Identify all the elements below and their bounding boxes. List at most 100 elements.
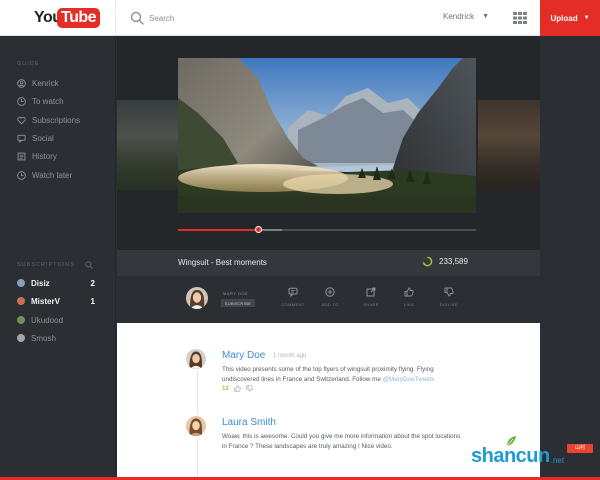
- video-progress-bar[interactable]: [178, 226, 476, 233]
- history-icon: [17, 152, 26, 160]
- view-count-value: 233,589: [439, 257, 468, 266]
- sidebar: GUIDE Kenrick To watch Subscriptions Soc…: [0, 36, 116, 480]
- view-count: 233,589: [422, 256, 468, 267]
- subscription-label: Disiz: [31, 278, 50, 288]
- video-player[interactable]: [178, 58, 476, 213]
- add-to-button[interactable]: ADD TO: [313, 287, 347, 311]
- upload-label: Upload: [550, 13, 578, 23]
- channel-avatar: [17, 297, 25, 305]
- channel-name: MARY DOE: [223, 291, 249, 296]
- sidebar-item-label: History: [32, 151, 57, 161]
- video-title-bar: Wingsuit - Best moments 233,589: [117, 250, 540, 276]
- leaf-icon: [506, 436, 516, 447]
- chevron-down-icon: ▼: [583, 15, 590, 21]
- thumbs-down-icon[interactable]: [246, 385, 253, 392]
- thumbs-up-icon: [404, 287, 414, 297]
- action-label: COMMENT: [281, 302, 305, 307]
- sidebar-item-to-watch[interactable]: To watch: [17, 94, 109, 108]
- comment-votes: 12: [222, 385, 253, 392]
- avatar-portrait: [186, 287, 208, 309]
- subscription-label: MisterV: [31, 296, 60, 306]
- action-label: DISLIKE: [439, 302, 459, 307]
- top-bar: You Tube Kendrick ▼ Upload ▼: [0, 0, 600, 36]
- progress-scrubber-handle[interactable]: [255, 226, 263, 233]
- watermark-tld: .net: [550, 456, 565, 465]
- subscriptions-heading: SUBSCRIPTIONS: [17, 262, 75, 268]
- heart-icon: [17, 116, 26, 124]
- logo-text-tube: Tube: [57, 8, 101, 28]
- clock-icon: [17, 96, 26, 106]
- comment-text: Woaw, this is awesome. Could you give me…: [222, 432, 466, 451]
- comment-author[interactable]: Mary Doe: [222, 350, 265, 361]
- right-column: [540, 36, 600, 480]
- watermark-badge: 山村: [567, 444, 593, 453]
- user-handle-link[interactable]: @MaryDoeTweets: [383, 376, 435, 383]
- sidebar-item-history[interactable]: History: [17, 149, 109, 163]
- sidebar-item-subscriptions[interactable]: Subscriptions: [17, 113, 109, 127]
- sidebar-item-label: To watch: [32, 96, 64, 106]
- sidebar-item-label: Watch later: [32, 170, 73, 180]
- previous-video-thumbnail[interactable]: [117, 100, 179, 190]
- comment: Laura Smith Woaw, this is awesome. Could…: [184, 414, 484, 454]
- subscribe-button[interactable]: SUBSCRIBE: [221, 299, 255, 307]
- watermark-word: shancun: [471, 445, 550, 467]
- comment-button[interactable]: COMMENT: [276, 287, 310, 311]
- thumbs-down-icon: [444, 287, 454, 297]
- progress-played: [178, 229, 259, 231]
- video-stage: [117, 36, 540, 250]
- action-label: LIKE: [403, 302, 415, 307]
- avatar-portrait: [186, 349, 206, 369]
- comment-icon: [288, 287, 298, 297]
- subscription-item-disiz[interactable]: Disiz 2: [17, 276, 95, 290]
- guide-heading: GUIDE: [17, 61, 40, 67]
- search-icon[interactable]: [130, 11, 144, 25]
- video-actions-bar: MARY DOE SUBSCRIBE COMMENT ADD TO SHARE …: [117, 276, 540, 323]
- next-video-thumbnail[interactable]: [478, 100, 540, 190]
- like-button[interactable]: LIKE: [392, 287, 426, 311]
- channel-avatar: [17, 316, 25, 324]
- user-menu[interactable]: Kendrick ▼: [443, 12, 489, 21]
- subscription-item-misterv[interactable]: MisterV 1: [17, 294, 95, 308]
- channel-avatar: [17, 279, 25, 287]
- comment-icon: [17, 134, 26, 143]
- search-input[interactable]: [149, 10, 409, 26]
- sidebar-item-kenrick[interactable]: Kenrick: [17, 76, 109, 90]
- thumbs-up-icon[interactable]: [234, 385, 241, 392]
- avatar[interactable]: [184, 347, 208, 371]
- username-label: Kendrick: [443, 12, 475, 21]
- watermark-logo: shancun .net 山村: [471, 436, 593, 467]
- search-icon[interactable]: [85, 261, 93, 269]
- avatar-portrait: [186, 416, 206, 436]
- subscription-item-smosh[interactable]: Smosh: [17, 331, 95, 345]
- youtube-logo[interactable]: You Tube: [0, 0, 116, 36]
- comment-text: This video presents some of the top flye…: [222, 365, 466, 384]
- upload-button[interactable]: Upload ▼: [540, 0, 600, 36]
- share-button[interactable]: SHARE: [354, 287, 388, 311]
- sidebar-item-label: Social: [32, 133, 54, 143]
- unread-count-badge: 2: [90, 278, 95, 288]
- clock-icon: [17, 170, 26, 180]
- avatar[interactable]: [184, 414, 208, 438]
- comment-body: Woaw, this is awesome. Could you give me…: [222, 433, 461, 450]
- comment-score: 12: [222, 385, 229, 392]
- subscription-label: Ukudood: [31, 315, 64, 325]
- video-frame-landscape: [178, 58, 476, 213]
- action-label: ADD TO: [321, 302, 339, 307]
- unread-count-badge: 1: [90, 296, 95, 306]
- avatar[interactable]: [186, 287, 208, 309]
- apps-grid-icon[interactable]: [513, 12, 527, 24]
- sidebar-item-label: Kenrick: [32, 78, 59, 88]
- comment: Mary Doe 1 month ago This video presents…: [184, 347, 484, 403]
- comment-author[interactable]: Laura Smith: [222, 417, 276, 428]
- chevron-down-icon: ▼: [482, 13, 490, 20]
- loading-ring-icon: [422, 256, 433, 267]
- dislike-button[interactable]: DISLIKE: [432, 287, 466, 311]
- sidebar-item-social[interactable]: Social: [17, 131, 109, 145]
- share-icon: [366, 287, 376, 297]
- comment-timestamp: 1 month ago: [273, 353, 307, 359]
- channel-avatar: [17, 334, 25, 342]
- sidebar-item-watch-later[interactable]: Watch later: [17, 168, 109, 182]
- sidebar-item-label: Subscriptions: [32, 115, 81, 125]
- subscription-item-ukudood[interactable]: Ukudood: [17, 313, 95, 327]
- user-icon: [17, 78, 26, 88]
